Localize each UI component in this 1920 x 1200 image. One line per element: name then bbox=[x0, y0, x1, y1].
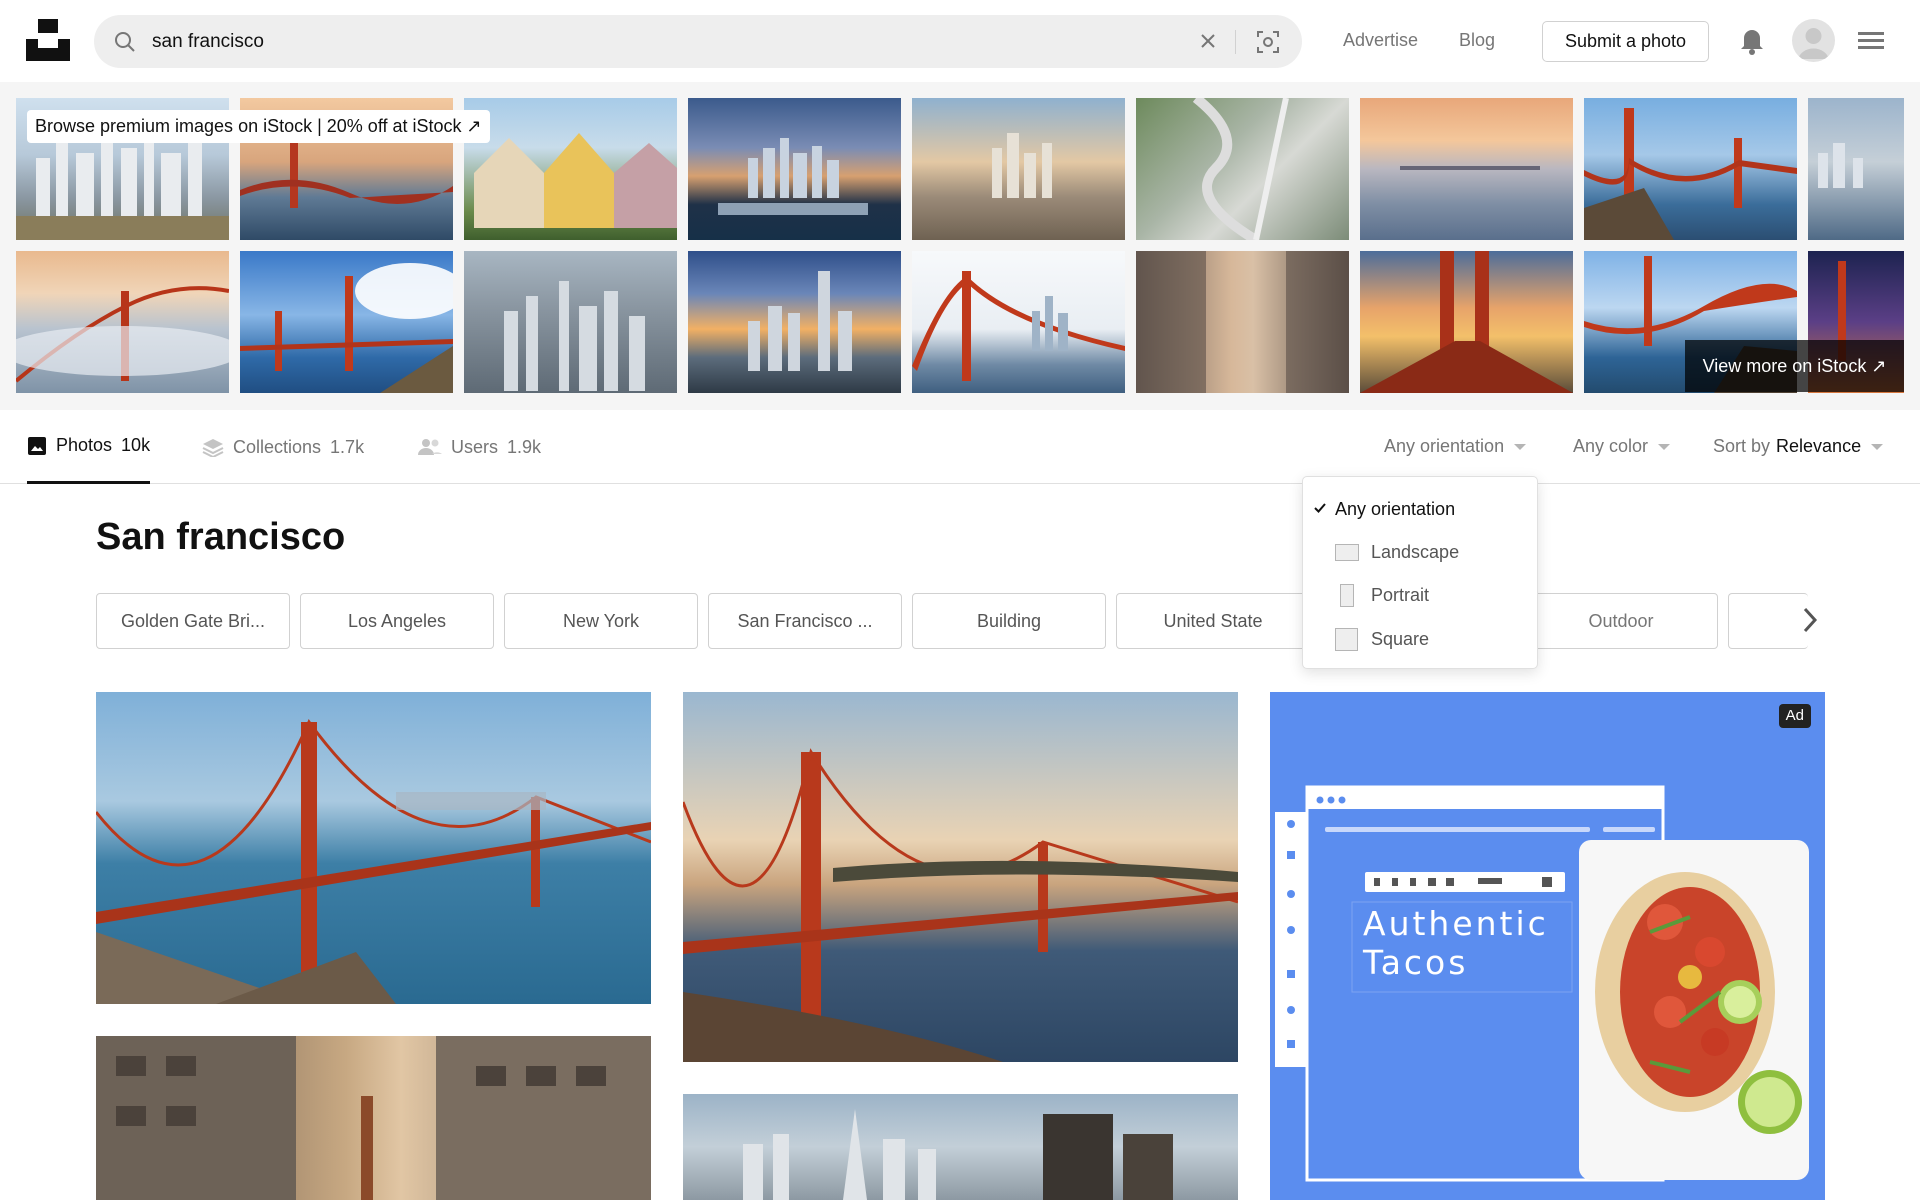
ad-badge: Ad bbox=[1778, 704, 1811, 728]
orientation-option-portrait[interactable]: Portrait bbox=[1303, 575, 1539, 615]
istock-premium-strip: Browse premium images on iStock | 20% of… bbox=[0, 82, 1920, 410]
checkmark-icon bbox=[1314, 503, 1326, 513]
istock-image[interactable] bbox=[688, 251, 901, 393]
photo-golden-gate-1[interactable] bbox=[96, 692, 651, 1004]
tab-photos[interactable]: Photos 10k bbox=[27, 410, 151, 484]
nav-blog-link[interactable]: Blog bbox=[1459, 30, 1495, 51]
users-icon bbox=[418, 439, 442, 455]
chevron-right-icon[interactable] bbox=[1800, 606, 1820, 634]
user-avatar[interactable] bbox=[1792, 19, 1835, 62]
search-tabs-bar: Photos 10k Collections 1.7k Users 1.9k A… bbox=[0, 410, 1920, 484]
tab-collections-label: Collections bbox=[233, 436, 322, 457]
tab-collections-count: 1.7k bbox=[330, 436, 365, 457]
orientation-dropdown-menu: Any orientation Landscape Portrait Squar… bbox=[1302, 476, 1538, 669]
istock-image[interactable] bbox=[1360, 251, 1573, 393]
tab-users-count: 1.9k bbox=[507, 436, 542, 457]
view-more-istock-button[interactable]: View more on iStock ↗ bbox=[1685, 340, 1904, 392]
color-filter-label: Any color bbox=[1573, 436, 1649, 456]
search-divider bbox=[1235, 30, 1236, 54]
istock-image[interactable] bbox=[1808, 98, 1904, 240]
ad-headline-line2: Tacos bbox=[1363, 943, 1469, 982]
ad-headline-line1: Authentic bbox=[1363, 904, 1549, 943]
tab-photos-count: 10k bbox=[121, 435, 151, 455]
unsplash-logo-icon[interactable] bbox=[26, 19, 70, 61]
photo-city-street[interactable] bbox=[96, 1036, 651, 1200]
visual-search-icon[interactable] bbox=[1256, 30, 1280, 54]
orientation-option-landscape[interactable]: Landscape bbox=[1303, 532, 1539, 572]
color-filter[interactable]: Any color bbox=[1573, 436, 1671, 457]
sort-filter[interactable]: Sort by Relevance bbox=[1713, 436, 1884, 457]
related-chip[interactable]: Outdoor bbox=[1524, 593, 1718, 649]
search-icon[interactable] bbox=[114, 31, 136, 53]
related-chip[interactable]: New York bbox=[504, 593, 698, 649]
orientation-option-label: Portrait bbox=[1371, 585, 1430, 605]
page-title: San francisco bbox=[96, 516, 346, 558]
ad-headline: Authentic Tacos bbox=[1363, 904, 1549, 982]
chevron-down-icon bbox=[1871, 443, 1884, 450]
photo-golden-gate-2[interactable] bbox=[683, 692, 1238, 1062]
tab-collections[interactable]: Collections 1.7k bbox=[202, 410, 364, 484]
istock-image[interactable] bbox=[464, 251, 677, 393]
landscape-icon bbox=[1335, 544, 1359, 561]
collections-icon bbox=[202, 439, 224, 457]
orientation-option-square[interactable]: Square bbox=[1303, 619, 1539, 659]
orientation-filter[interactable]: Any orientation bbox=[1384, 436, 1527, 457]
related-chip[interactable]: San Francisco ... bbox=[708, 593, 902, 649]
related-chip[interactable]: Golden Gate Bri... bbox=[96, 593, 290, 649]
search-input[interactable] bbox=[152, 15, 1152, 68]
istock-image[interactable] bbox=[912, 98, 1125, 240]
related-chip-partial[interactable] bbox=[1728, 593, 1808, 649]
clear-search-icon[interactable] bbox=[1198, 31, 1218, 51]
nav-advertise-link[interactable]: Advertise bbox=[1343, 30, 1418, 51]
istock-image[interactable] bbox=[16, 251, 229, 393]
istock-image[interactable] bbox=[688, 98, 901, 240]
related-chip[interactable]: Los Angeles bbox=[300, 593, 494, 649]
portrait-icon bbox=[1340, 584, 1354, 607]
hamburger-menu-icon[interactable] bbox=[1858, 30, 1884, 52]
istock-image[interactable] bbox=[464, 98, 677, 240]
istock-image[interactable] bbox=[1136, 98, 1349, 240]
orientation-option-any[interactable]: Any orientation bbox=[1303, 489, 1539, 529]
related-chip[interactable]: United State bbox=[1116, 593, 1310, 649]
search-bar bbox=[94, 15, 1302, 68]
orientation-option-label: Square bbox=[1371, 629, 1430, 649]
istock-promo-banner[interactable]: Browse premium images on iStock | 20% of… bbox=[27, 110, 490, 143]
istock-image[interactable] bbox=[1360, 98, 1573, 240]
orientation-option-label: Any orientation bbox=[1335, 499, 1456, 519]
related-chip[interactable]: Building bbox=[912, 593, 1106, 649]
notifications-bell-icon[interactable] bbox=[1738, 24, 1766, 56]
istock-image[interactable] bbox=[1136, 251, 1349, 393]
submit-photo-button[interactable]: Submit a photo bbox=[1542, 21, 1709, 62]
istock-image[interactable] bbox=[240, 251, 453, 393]
photo-icon bbox=[28, 436, 46, 455]
istock-image[interactable] bbox=[912, 251, 1125, 393]
top-header: Advertise Blog Submit a photo bbox=[0, 0, 1920, 82]
tab-photos-label: Photos bbox=[56, 435, 113, 455]
tab-users[interactable]: Users 1.9k bbox=[418, 410, 541, 484]
chevron-down-icon bbox=[1658, 443, 1671, 450]
istock-image[interactable] bbox=[1584, 98, 1797, 240]
photo-skyline[interactable] bbox=[683, 1094, 1238, 1200]
orientation-filter-label: Any orientation bbox=[1384, 436, 1505, 456]
ad-card[interactable]: Ad Authentic Tacos bbox=[1270, 692, 1825, 1200]
sort-value: Relevance bbox=[1776, 436, 1862, 456]
sort-prefix: Sort by bbox=[1713, 436, 1771, 456]
chevron-down-icon bbox=[1514, 443, 1527, 450]
tab-users-label: Users bbox=[451, 436, 499, 457]
orientation-option-label: Landscape bbox=[1371, 542, 1460, 562]
square-icon bbox=[1335, 628, 1358, 651]
